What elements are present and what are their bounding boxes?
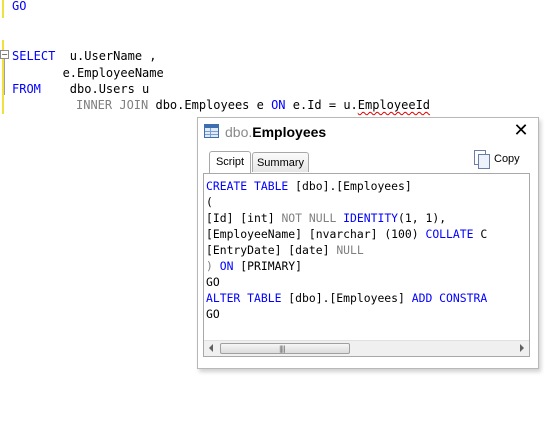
code-line-from[interactable]: FROM dbo.Users u xyxy=(12,81,149,97)
copy-label: Copy xyxy=(494,153,520,165)
script-line: CREATE TABLE [dbo].[Employees] xyxy=(206,179,412,193)
change-marker-bar xyxy=(2,0,4,18)
script-line: ALTER TABLE [dbo].[Employees] ADD CONSTR… xyxy=(206,291,488,305)
script-line: ( xyxy=(206,195,213,209)
select-keyword: SELECT xyxy=(12,49,56,63)
from-keyword: FROM xyxy=(12,82,41,96)
horizontal-scrollbar[interactable]: |||| xyxy=(204,340,529,356)
script-line: [Id] [int] NOT NULL IDENTITY(1, 1), xyxy=(206,211,447,225)
table-icon xyxy=(204,124,219,138)
scrollbar-grip-icon: |||| xyxy=(279,345,286,353)
outline-line xyxy=(4,59,5,95)
popup-title-name: Employees xyxy=(252,124,327,140)
code-line-go[interactable]: GO xyxy=(12,0,26,14)
tab-summary[interactable]: Summary xyxy=(252,152,309,172)
on-keyword: ON xyxy=(271,98,286,112)
error-squiggle-identifier: EmployeeId xyxy=(357,98,431,112)
script-line: GO xyxy=(206,275,220,289)
collapse-toggle-icon[interactable]: − xyxy=(0,50,9,59)
popup-title: dbo.Employees xyxy=(225,123,326,141)
script-line: ) ON [PRIMARY] xyxy=(206,259,303,273)
scroll-left-icon[interactable] xyxy=(209,344,213,352)
scroll-right-icon[interactable] xyxy=(520,344,524,352)
close-icon[interactable]: ✕ xyxy=(513,122,529,140)
from-table: dbo.Users u xyxy=(40,82,150,96)
scrollbar-thumb[interactable]: |||| xyxy=(220,343,350,354)
code-line-employee-name[interactable]: e.EmployeeName xyxy=(12,65,164,81)
object-definition-popup: dbo.Employees ✕ Script Summary Copy CREA… xyxy=(197,117,539,369)
code-line-select[interactable]: SELECT u.UserName , xyxy=(12,48,157,64)
select-columns: u.UserName , xyxy=(55,49,157,63)
inner-join-keyword: INNER JOIN xyxy=(76,98,149,112)
popup-header: dbo.Employees ✕ xyxy=(198,118,538,146)
script-line: GO xyxy=(206,307,220,321)
code-line-join[interactable]: INNER JOIN dbo.Employees e ON e.Id = u.E… xyxy=(76,97,430,113)
copy-icon xyxy=(474,150,490,169)
join-condition: e.Id = u. xyxy=(285,98,358,112)
script-line: [EntryDate] [date] NULL xyxy=(206,243,364,257)
copy-button[interactable]: Copy xyxy=(474,149,528,169)
popup-title-schema: dbo. xyxy=(225,124,253,140)
script-line: [EmployeeName] [nvarchar] (100) COLLATE … xyxy=(206,227,488,241)
tab-script[interactable]: Script xyxy=(209,151,251,173)
script-text-area[interactable]: CREATE TABLE [dbo].[Employees] ( [Id] [i… xyxy=(203,173,530,357)
join-table: dbo.Employees e xyxy=(148,98,272,112)
